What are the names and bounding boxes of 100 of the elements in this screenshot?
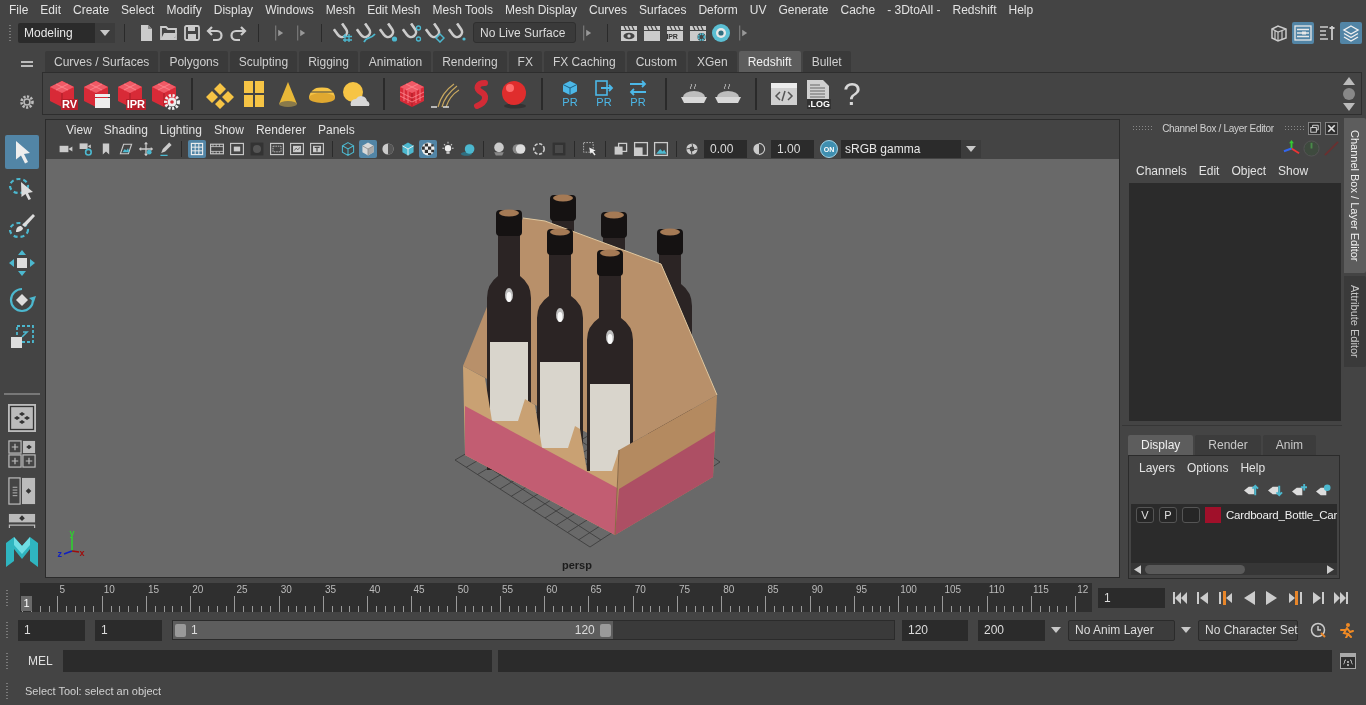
layer-plus-icon[interactable]	[1292, 482, 1307, 498]
caret-icon[interactable]	[1051, 627, 1061, 633]
menu-item[interactable]: Renderer	[249, 122, 312, 137]
horizontal-scrollbar[interactable]	[1131, 563, 1337, 575]
image-icon[interactable]	[652, 140, 670, 158]
side-tab[interactable]: Channel Box / Layer Editor	[1344, 118, 1366, 274]
visibility-toggle[interactable]: V	[1136, 507, 1154, 523]
layers-icon[interactable]	[1340, 21, 1362, 44]
range-handle[interactable]	[175, 623, 186, 637]
magnet-grid-icon[interactable]	[332, 22, 353, 43]
close-icon[interactable]	[1325, 121, 1338, 135]
camera-gear-icon[interactable]	[77, 140, 95, 158]
view-strip-icon[interactable]	[8, 513, 36, 528]
mode-dropdown[interactable]: Modeling	[18, 22, 115, 43]
four-view-icon[interactable]	[8, 440, 36, 468]
pan-zoom-icon[interactable]	[137, 140, 155, 158]
running-figure-icon[interactable]	[1338, 622, 1354, 638]
scroll-dot-icon[interactable]	[1343, 87, 1355, 100]
clock-icon[interactable]	[1310, 622, 1326, 638]
menu-item[interactable]: Create	[67, 1, 116, 19]
command-language-label[interactable]: MEL	[28, 654, 63, 668]
current-frame-marker[interactable]: 1	[21, 596, 32, 611]
list-panel-icon[interactable]	[1292, 21, 1314, 44]
menu-item[interactable]: Channels	[1130, 164, 1193, 178]
shelf-button[interactable]: PR	[588, 77, 620, 110]
menu-item[interactable]: Options	[1181, 461, 1235, 475]
menu-item[interactable]: Lighting	[153, 122, 208, 137]
shelf-tab[interactable]: Curves / Surfaces	[45, 51, 159, 72]
scroll-down-icon[interactable]	[1343, 102, 1355, 111]
collapse-arrow-icon[interactable]	[296, 23, 306, 42]
shelf-button[interactable]: RV	[46, 77, 78, 110]
anim-layer-dropdown[interactable]: No Anim Layer	[1068, 619, 1175, 641]
drag-handle[interactable]	[8, 23, 12, 42]
grid-icon[interactable]	[188, 140, 206, 158]
shelf-button[interactable]: .LOG	[802, 77, 834, 110]
command-input-field[interactable]	[63, 650, 492, 672]
scroll-thumb[interactable]	[1145, 564, 1245, 574]
skip-end-icon[interactable]	[1333, 589, 1349, 606]
menu-item[interactable]: Mesh Tools	[426, 1, 499, 19]
menu-item[interactable]: Panels	[311, 122, 361, 137]
menu-item[interactable]: - 3DtoAll -	[881, 1, 947, 19]
current-frame-field[interactable]: 1	[1098, 587, 1165, 608]
live-surface-field[interactable]: No Live Surface	[473, 22, 576, 43]
menu-item[interactable]: Modify	[160, 1, 208, 19]
range-slider[interactable]: 1 120	[172, 620, 895, 640]
playback-end-field[interactable]: 120	[902, 619, 968, 641]
shelf-tab[interactable]: Custom	[626, 51, 686, 72]
field-chart-icon[interactable]	[268, 140, 286, 158]
shelf-tab[interactable]: Rigging	[299, 51, 358, 72]
overlap-squares-icon[interactable]	[612, 140, 630, 158]
dashed-circle-icon[interactable]	[530, 140, 548, 158]
shelf-tab[interactable]: XGen	[687, 51, 737, 72]
magnet-curve-icon[interactable]	[355, 22, 376, 43]
character-set-dropdown[interactable]: No Character Set	[1198, 619, 1298, 641]
shelf-tab[interactable]: Animation	[359, 51, 432, 72]
arrow-cursor-icon[interactable]	[5, 135, 39, 169]
menu-item[interactable]: Mesh	[319, 1, 362, 19]
shelf-button[interactable]: PR	[622, 77, 654, 110]
menu-item[interactable]: Edit	[34, 1, 68, 19]
menu-item[interactable]: Windows	[259, 1, 320, 19]
playback-toggle[interactable]: P	[1159, 507, 1177, 523]
menu-item[interactable]: Layers	[1133, 461, 1182, 475]
shelf-tab[interactable]: Polygons	[160, 51, 228, 72]
checker-sphere-icon[interactable]	[419, 140, 437, 158]
select-box-icon[interactable]	[581, 140, 599, 158]
half-circle-icon[interactable]	[750, 140, 768, 158]
menu-item[interactable]: Shading	[97, 122, 154, 137]
menu-item[interactable]: View	[60, 122, 98, 137]
step-back-icon[interactable]	[1195, 589, 1211, 606]
shaded-cube-icon[interactable]	[359, 140, 377, 158]
menu-item[interactable]: Deform	[692, 1, 744, 19]
nested-squares-icon[interactable]	[632, 140, 650, 158]
range-handle[interactable]	[599, 623, 611, 637]
layer-arrow-up-icon[interactable]	[1244, 482, 1259, 498]
shelf-tab[interactable]: Sculpting	[229, 51, 298, 72]
step-forward-icon[interactable]	[1310, 589, 1326, 606]
shelf-tab[interactable]: Bullet	[802, 51, 851, 72]
shelf-button[interactable]: PR	[554, 77, 586, 110]
aperture-icon[interactable]	[683, 140, 701, 158]
two-view-icon[interactable]	[8, 477, 36, 505]
drag-handle[interactable]	[5, 588, 9, 607]
layer-tab[interactable]: Display	[1128, 435, 1194, 455]
menu-item[interactable]: Help	[1002, 1, 1040, 19]
magnet-icon[interactable]	[447, 22, 468, 43]
menu-item[interactable]: File	[3, 1, 35, 19]
wire-cube-icon[interactable]	[339, 140, 357, 158]
view-transform-dropdown[interactable]: sRGB gamma	[841, 140, 981, 158]
menu-item[interactable]: Show	[1272, 164, 1315, 178]
scroll-up-icon[interactable]	[1343, 76, 1355, 85]
next-key-icon[interactable]	[1287, 589, 1303, 606]
shelf-tab[interactable]: Rendering	[433, 51, 507, 72]
shelf-tab[interactable]: FX	[508, 51, 542, 72]
reference-toggle[interactable]	[1182, 507, 1200, 523]
magnet-surface-icon[interactable]	[424, 22, 445, 43]
float-window-icon[interactable]	[1308, 121, 1321, 135]
menu-item[interactable]: Surfaces	[633, 1, 693, 19]
skip-start-icon[interactable]	[1172, 589, 1188, 606]
magnet-point-icon[interactable]	[378, 22, 399, 43]
drag-handle[interactable]	[5, 652, 9, 670]
prev-key-icon[interactable]	[1218, 589, 1234, 606]
